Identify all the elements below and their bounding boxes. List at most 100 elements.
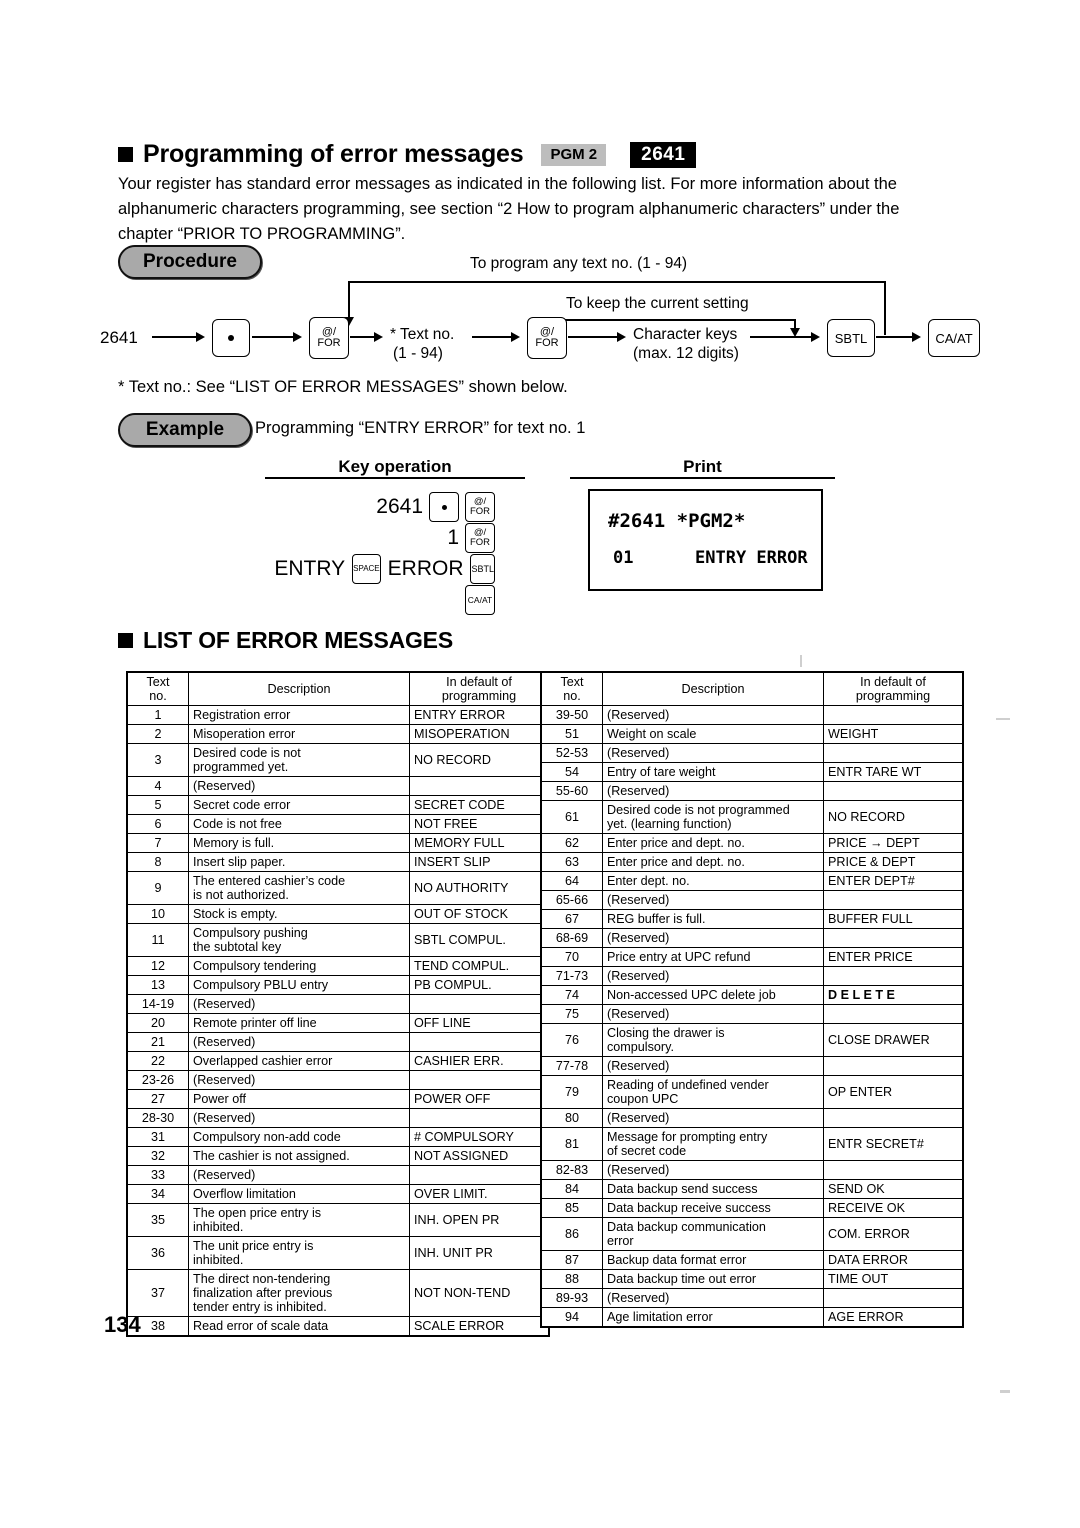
cell-description: Memory is full. xyxy=(188,833,410,853)
table-row: 76 Closing the drawer is compulsory. CLOSE … xyxy=(540,1023,964,1057)
cell-description: Age limitation error xyxy=(602,1307,824,1328)
table-row: 68-69 (Reserved) xyxy=(540,928,964,948)
key-sbtl-label: SBTL xyxy=(834,330,868,346)
cell-description: (Reserved) xyxy=(602,705,824,725)
status-badge-code: 2641 xyxy=(630,141,697,168)
cell-text-no: 39-50 xyxy=(540,705,603,725)
cell-default: BUFFER FULL xyxy=(823,909,964,929)
cell-default xyxy=(823,928,964,948)
cell-default: POWER OFF xyxy=(409,1089,550,1109)
table-row: 88 Data backup time out error TIME OUT xyxy=(540,1269,964,1289)
cell-default: INSERT SLIP xyxy=(409,852,550,872)
cell-text-no: 2 xyxy=(126,724,189,744)
cell-description: Overlapped cashier error xyxy=(188,1051,410,1071)
table-left-body: 1 Registration error ENTRY ERROR 2 Misoperat… xyxy=(126,705,550,1337)
cell-description: (Reserved) xyxy=(188,776,410,796)
table-row: 67 REG buffer is full. BUFFER FULL xyxy=(540,909,964,929)
cell-description: Desired code is not programmed yet. (lear… xyxy=(602,800,824,834)
cell-default: MEMORY FULL xyxy=(409,833,550,853)
table-row: 3 Desired code is not programmed yet. NO RE… xyxy=(126,743,550,777)
manual-page: Programming of error messages PGM 2 2641… xyxy=(0,0,1080,1528)
cell-text-no: 34 xyxy=(126,1184,189,1204)
table-row: 55-60 (Reserved) xyxy=(540,781,964,801)
cell-default: NO RECORD xyxy=(823,800,964,834)
cell-text-no: 32 xyxy=(126,1146,189,1166)
cell-default xyxy=(823,1056,964,1076)
cell-description: Reading of undefined vender coupon UPC xyxy=(602,1075,824,1109)
table-row: 51 Weight on scale WEIGHT xyxy=(540,724,964,744)
table-row: 81 Message for prompting entry of secret c… xyxy=(540,1127,964,1161)
kkey-point xyxy=(429,492,459,522)
table-row: 22 Overlapped cashier error CASHIER ERR. xyxy=(126,1051,550,1071)
key-line-3-text2: ERROR xyxy=(387,557,464,580)
print-line-1: #2641 *PGM2* xyxy=(608,510,746,532)
cell-text-no: 79 xyxy=(540,1075,603,1109)
cell-default: ENTR SECRET# xyxy=(823,1127,964,1161)
cell-default xyxy=(823,1160,964,1180)
cell-default: OFF LINE xyxy=(409,1013,550,1033)
table-row: 31 Compulsory non-add code # COMPULSORY xyxy=(126,1127,550,1147)
cell-default: ENTR TARE WT xyxy=(823,762,964,782)
cell-text-no: 35 xyxy=(126,1203,189,1237)
scan-artifact xyxy=(1000,1390,1010,1393)
cell-text-no: 55-60 xyxy=(540,781,603,801)
table-row: 8 Insert slip paper. INSERT SLIP xyxy=(126,852,550,872)
table-row: 89-93 (Reserved) xyxy=(540,1288,964,1308)
table-row: 5 Secret code error SECRET CODE xyxy=(126,795,550,815)
cell-text-no: 94 xyxy=(540,1307,603,1328)
cell-default: AGE ERROR xyxy=(823,1307,964,1328)
cell-description: REG buffer is full. xyxy=(602,909,824,929)
table-row: 2 Misoperation error MISOPERATION xyxy=(126,724,550,744)
header-default: In default of programming xyxy=(823,671,964,706)
cell-text-no: 51 xyxy=(540,724,603,744)
cell-description: Power off xyxy=(188,1089,410,1109)
cell-text-no: 67 xyxy=(540,909,603,929)
cell-text-no: 87 xyxy=(540,1250,603,1270)
table-row: 65-66 (Reserved) xyxy=(540,890,964,910)
loop-inner-hline xyxy=(537,319,795,321)
cell-description: (Reserved) xyxy=(602,1004,824,1024)
cell-description: Insert slip paper. xyxy=(188,852,410,872)
error-messages-table-left: Text no. Description In default of progr… xyxy=(126,671,550,1337)
cell-text-no: 84 xyxy=(540,1179,603,1199)
cell-description: The open price entry is inhibited. xyxy=(188,1203,410,1237)
cell-description: Enter price and dept. no. xyxy=(602,833,824,853)
cell-text-no: 33 xyxy=(126,1165,189,1185)
header-text-no: Text no. xyxy=(540,671,603,706)
key-operation-rule xyxy=(265,477,525,479)
example-description: Programming “ENTRY ERROR” for text no. 1 xyxy=(255,419,586,437)
cell-description: (Reserved) xyxy=(602,890,824,910)
cell-description: The entered cashier’s code is not authori… xyxy=(188,871,410,905)
cell-default: OVER LIMIT. xyxy=(409,1184,550,1204)
key-line-3-text: ENTRY xyxy=(274,557,346,580)
arrow-5-head-icon xyxy=(617,332,626,342)
cell-text-no: 65-66 xyxy=(540,890,603,910)
table-row: 1 Registration error ENTRY ERROR xyxy=(126,705,550,725)
header-text-no-line2: no. xyxy=(149,689,167,703)
table-row: 37 The direct non-tendering finalization a… xyxy=(126,1269,550,1317)
cell-description: Desired code is not programmed yet. xyxy=(188,743,410,777)
table-row: 4 (Reserved) xyxy=(126,776,550,796)
cell-default: PRICE & DEPT xyxy=(823,852,964,872)
cell-description: The cashier is not assigned. xyxy=(188,1146,410,1166)
cell-default xyxy=(409,994,550,1014)
black-square-bullet-icon xyxy=(118,147,133,162)
scan-artifact xyxy=(996,718,1010,720)
arrow-2-line xyxy=(252,336,294,338)
black-square-bullet-icon xyxy=(118,633,133,648)
table-row: 12 Compulsory tendering TEND COMPUL. xyxy=(126,956,550,976)
cell-description: Data backup communication error xyxy=(602,1217,824,1251)
cell-description: Remote printer off line xyxy=(188,1013,410,1033)
cell-default: INH. UNIT PR xyxy=(409,1236,550,1270)
cell-default xyxy=(823,966,964,986)
cell-description: (Reserved) xyxy=(602,928,824,948)
table-row: 33 (Reserved) xyxy=(126,1165,550,1185)
table-right-body: 39-50 (Reserved) 51 Weight on scale WEIGHT 52… xyxy=(540,705,964,1328)
example-label: Example xyxy=(118,413,252,447)
arrow-4-head-icon xyxy=(511,332,520,342)
point-dot-icon xyxy=(441,504,447,510)
cell-default: OUT OF STOCK xyxy=(409,904,550,924)
key-operation-header: Key operation xyxy=(338,457,452,476)
table-row: 63 Enter price and dept. no. PRICE & DEPT xyxy=(540,852,964,872)
cell-text-no: 10 xyxy=(126,904,189,924)
